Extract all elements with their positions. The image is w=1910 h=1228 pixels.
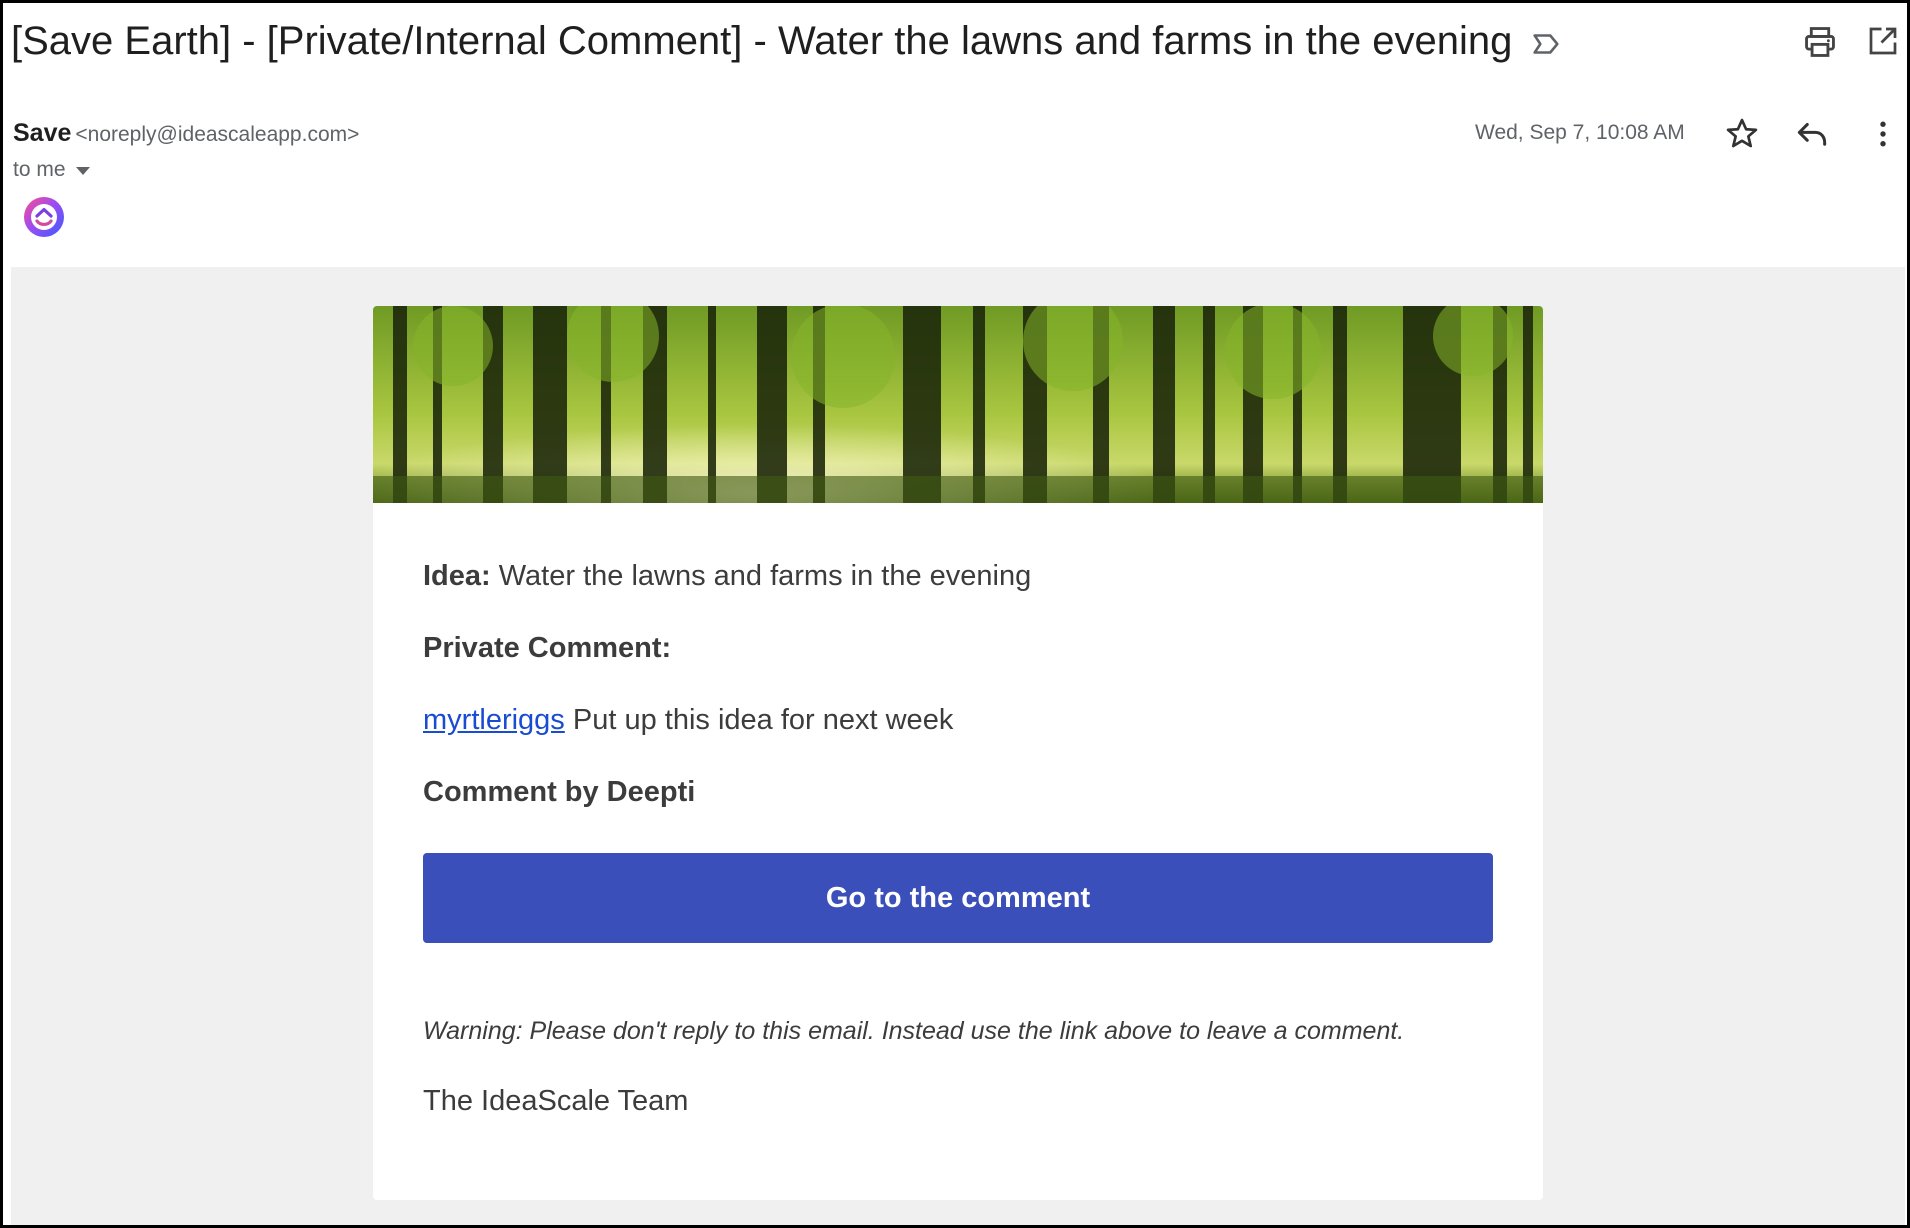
label-important-icon[interactable] [1529, 27, 1563, 61]
reply-icon[interactable] [1793, 115, 1831, 153]
mention-link[interactable]: myrtleriggs [423, 704, 565, 736]
sender-name[interactable]: Save [13, 119, 71, 147]
email-view: [Save Earth] - [Private/Internal Comment… [0, 0, 1910, 1228]
ideascale-logo-avatar [24, 197, 64, 237]
recipient-label: to me [13, 158, 66, 181]
comment-line: myrtleriggs Put up this idea for next we… [423, 700, 953, 740]
signature: The IdeaScale Team [423, 1085, 689, 1117]
warning-text: Warning: Please don't reply to this emai… [423, 1017, 1405, 1045]
print-icon[interactable] [1801, 23, 1839, 61]
idea-text: Water the lawns and farms in the evening [498, 560, 1032, 592]
sender-email: <noreply@ideascaleapp.com> [75, 123, 360, 146]
recipient-details-toggle[interactable]: to me [13, 158, 90, 182]
email-date: Wed, Sep 7, 10:08 AM [1475, 121, 1685, 144]
idea-line: Idea: Water the lawns and farms in the e… [423, 556, 1031, 596]
comment-text: Put up this idea for next week [572, 704, 954, 736]
open-in-new-window-icon[interactable] [1865, 23, 1901, 59]
comment-author: Comment by Deepti [423, 776, 696, 808]
more-vertical-icon[interactable] [1865, 115, 1901, 153]
caret-down-icon[interactable] [75, 167, 90, 175]
go-to-comment-button[interactable]: Go to the comment [423, 853, 1493, 943]
private-comment-label: Private Comment: [423, 632, 672, 664]
sender: Save <noreply@ideascaleapp.com> [13, 119, 359, 148]
email-subject: [Save Earth] - [Private/Internal Comment… [11, 19, 1513, 63]
star-icon[interactable] [1723, 115, 1761, 153]
forest-banner-image [373, 306, 1543, 503]
idea-label: Idea: [423, 560, 491, 592]
email-card: Idea: Water the lawns and farms in the e… [373, 306, 1543, 1200]
